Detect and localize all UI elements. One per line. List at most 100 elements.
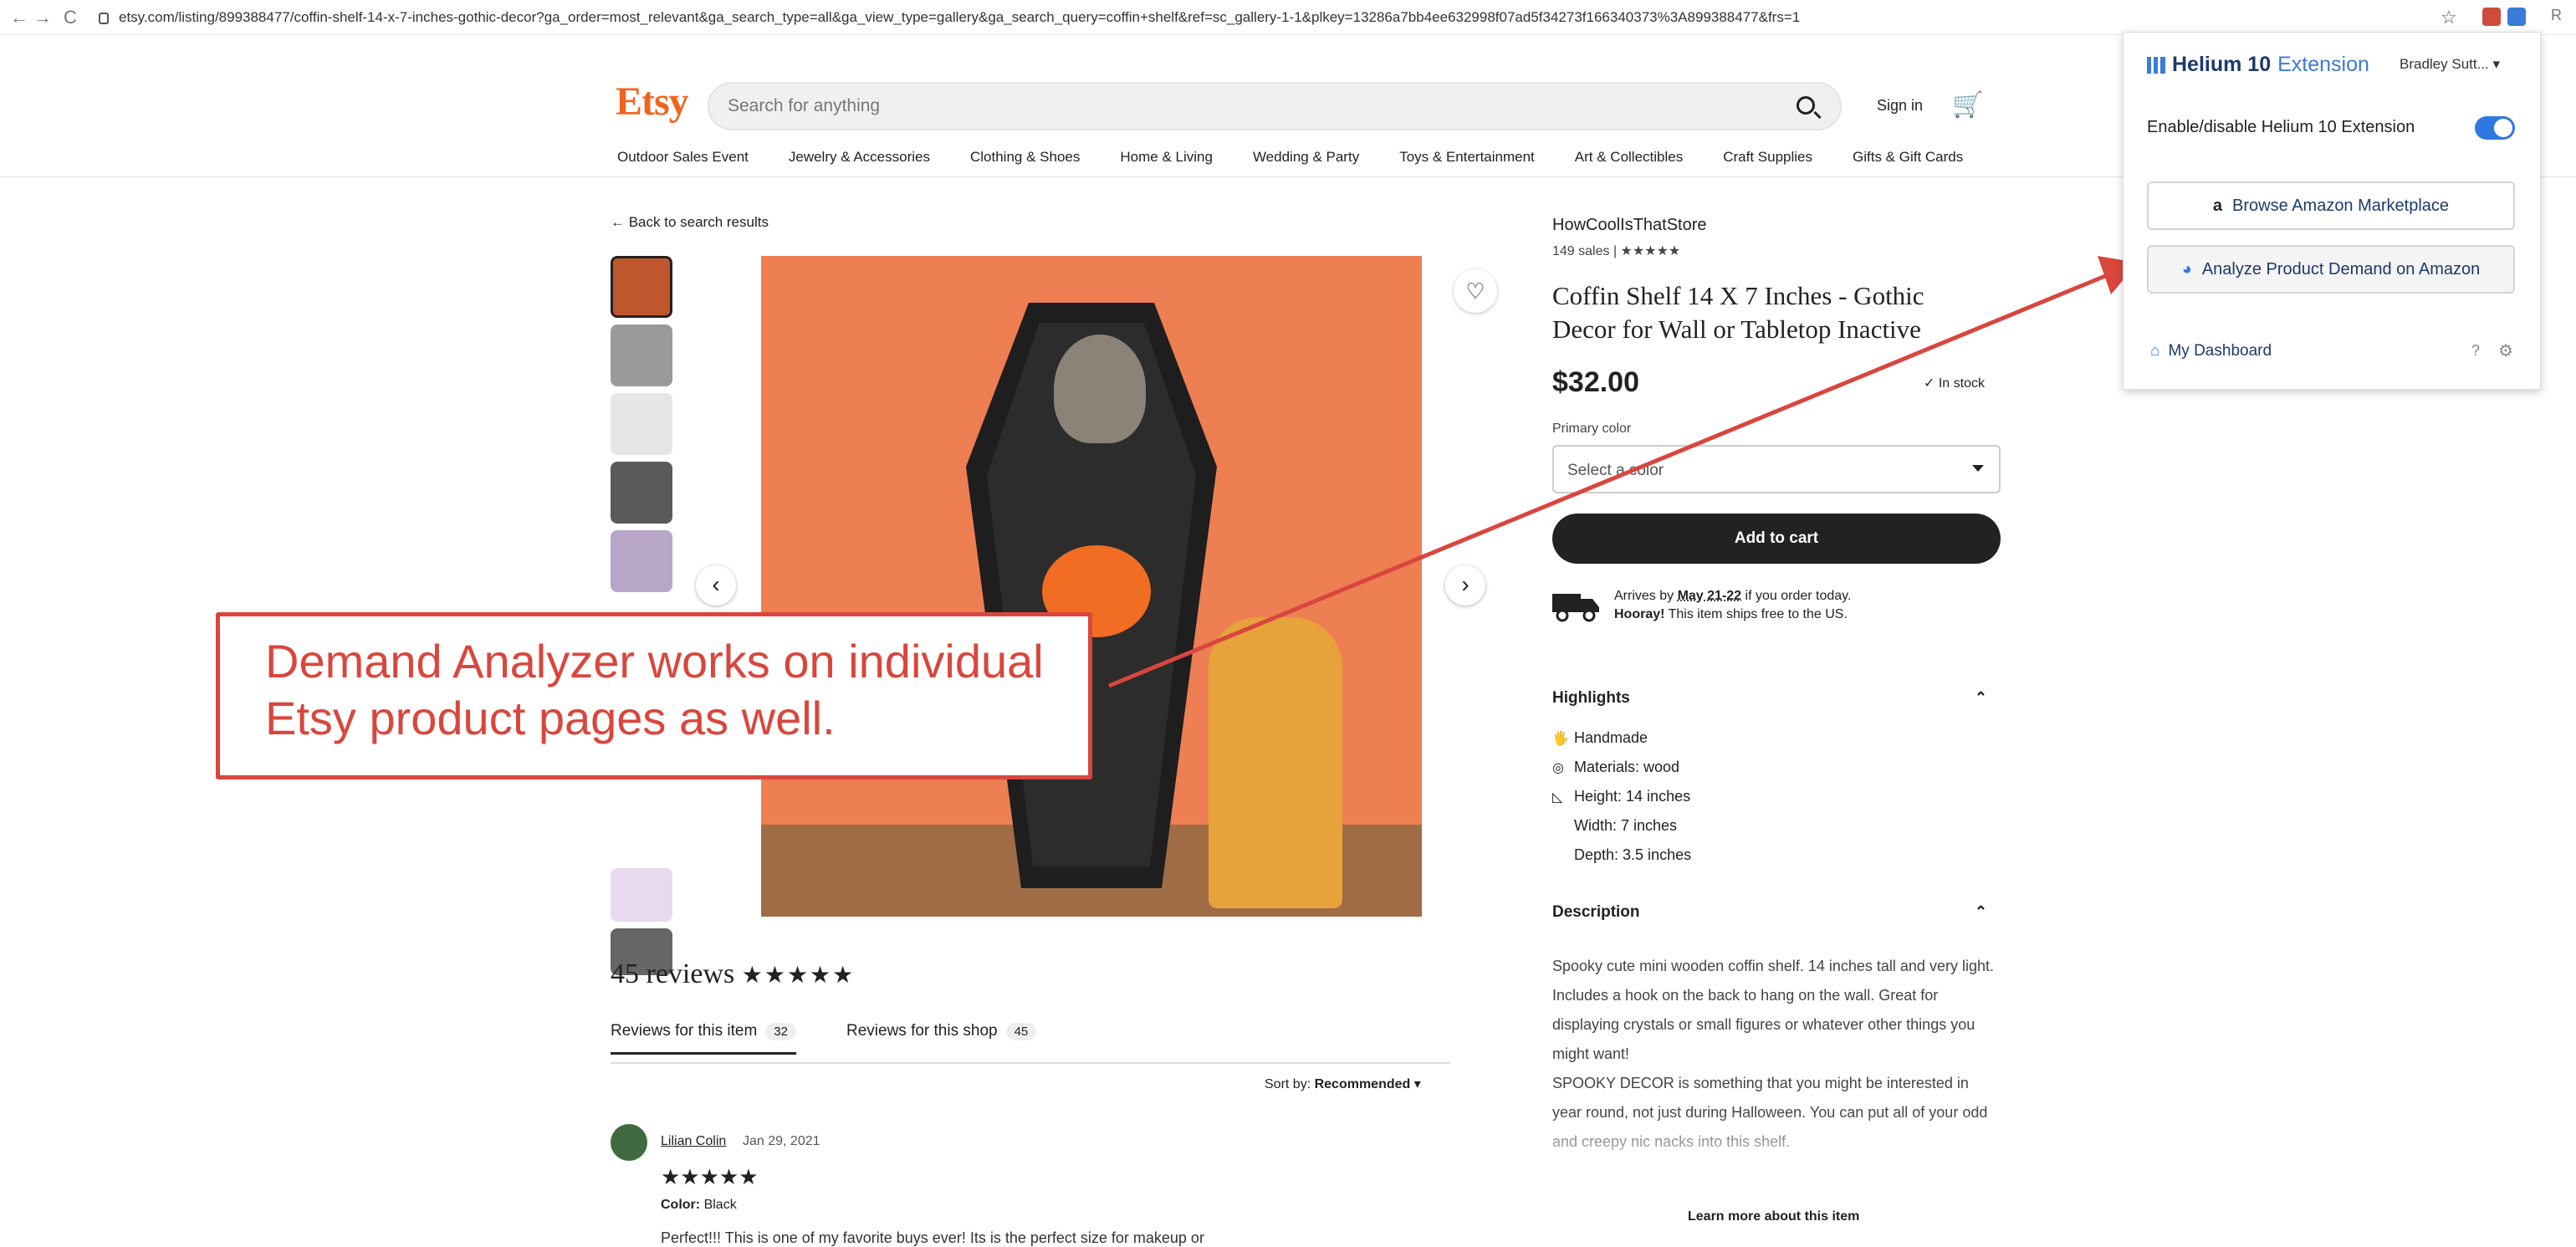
brand-name: Helium 10 bbox=[2172, 53, 2272, 76]
add-to-cart-button[interactable]: Add to cart bbox=[1552, 514, 2001, 564]
search-placeholder: Search for anything bbox=[728, 96, 881, 115]
browse-amazon-button[interactable]: a Browse Amazon Marketplace bbox=[2147, 181, 2515, 230]
skull-figure bbox=[1054, 335, 1146, 443]
stock-status: ✓ In stock bbox=[1924, 376, 1985, 391]
extension-icon[interactable] bbox=[2482, 8, 2501, 26]
toggle-label: Enable/disable Helium 10 Extension bbox=[2147, 118, 2415, 136]
reviewer-name[interactable]: Lilian Colin bbox=[661, 1134, 726, 1149]
category-link[interactable]: Craft Supplies bbox=[1723, 149, 1812, 166]
pie-chart-icon: ◕ bbox=[2181, 260, 2192, 279]
bookmark-star-icon[interactable]: ☆ bbox=[2441, 7, 2457, 28]
highlight-item: ◺ Height: 14 inches bbox=[1552, 788, 1690, 805]
helium10-extension-icon[interactable] bbox=[2507, 8, 2526, 26]
highlight-item: Depth: 3.5 inches bbox=[1552, 846, 1691, 864]
analyze-label: Analyze Product Demand on Amazon bbox=[2201, 260, 2481, 279]
search-icon[interactable] bbox=[1797, 96, 1815, 115]
reload-icon[interactable]: C bbox=[64, 7, 77, 28]
category-link[interactable]: Art & Collectibles bbox=[1575, 149, 1683, 166]
shop-name-link[interactable]: HowCoolIsThatStore bbox=[1552, 216, 1707, 235]
ruler-icon: ◺ bbox=[1552, 790, 1563, 805]
dashboard-link[interactable]: ⌂ My Dashboard bbox=[2150, 342, 2272, 360]
highlight-text: Width: 7 inches bbox=[1574, 817, 1678, 834]
search-input[interactable]: Search for anything bbox=[708, 82, 1842, 130]
heart-icon[interactable]: ♡ bbox=[1454, 269, 1497, 313]
highlights-heading[interactable]: Highlights ⌃ bbox=[1552, 689, 1996, 708]
help-icon[interactable]: ? bbox=[2471, 342, 2480, 360]
gear-icon[interactable]: ⚙ bbox=[2498, 340, 2513, 361]
cart-icon[interactable]: 🛒 bbox=[1952, 90, 1983, 120]
prev-image-button[interactable]: ‹ bbox=[696, 565, 736, 606]
tab-count: 45 bbox=[1005, 1023, 1037, 1040]
tab-reviews-shop[interactable]: Reviews for this shop 45 bbox=[846, 1022, 1037, 1040]
materials-icon: ◎ bbox=[1552, 761, 1564, 775]
category-link[interactable]: Wedding & Party bbox=[1253, 149, 1359, 166]
user-name: Bradley Sutt... bbox=[2400, 56, 2489, 72]
brand-suffix: Extension bbox=[2277, 53, 2369, 76]
highlight-item: ◎ Materials: wood bbox=[1552, 759, 1679, 776]
etsy-logo[interactable]: Etsy bbox=[616, 79, 689, 125]
helium10-logo: Helium 10 Extension bbox=[2147, 53, 2369, 77]
chevron-up-icon: ⌃ bbox=[1974, 689, 1987, 706]
helium10-popup: Helium 10 Extension Bradley Sutt... ▾ Ena… bbox=[2123, 32, 2541, 390]
sign-in-link[interactable]: Sign in bbox=[1877, 97, 1923, 115]
highlight-item: Width: 7 inches bbox=[1552, 817, 1677, 835]
reviews-count: 45 reviews bbox=[611, 958, 735, 989]
thumbnail[interactable] bbox=[611, 462, 672, 524]
learn-more-link[interactable]: Learn more about this item bbox=[1688, 1209, 1859, 1224]
free-shipping-text: This item ships free to the US. bbox=[1664, 607, 1848, 621]
browse-label: Browse Amazon Marketplace bbox=[2232, 197, 2450, 215]
highlight-text: Depth: 3.5 inches bbox=[1574, 846, 1692, 863]
arrival-suffix: if you order today. bbox=[1741, 589, 1852, 603]
caret-down-icon bbox=[1972, 465, 1984, 472]
reviews-heading: 45 reviews ★★★★★ bbox=[611, 958, 855, 990]
analyze-demand-button[interactable]: ◕ Analyze Product Demand on Amazon bbox=[2147, 245, 2515, 294]
reviews-stars: ★★★★★ bbox=[741, 963, 856, 989]
thumbnail[interactable] bbox=[611, 393, 672, 455]
back-to-results-link[interactable]: ← Back to search results bbox=[611, 214, 769, 231]
category-link[interactable]: Home & Living bbox=[1120, 149, 1213, 166]
thumbnail[interactable] bbox=[611, 256, 672, 318]
sort-label: Sort by: bbox=[1265, 1077, 1311, 1091]
user-menu[interactable]: Bradley Sutt... ▾ bbox=[2400, 56, 2500, 73]
amazon-icon: a bbox=[2212, 197, 2223, 215]
category-link[interactable]: Jewelry & Accessories bbox=[789, 149, 930, 166]
extension-toggle[interactable] bbox=[2475, 116, 2515, 140]
color-select[interactable]: Select a color bbox=[1552, 445, 2001, 493]
address-bar[interactable]: etsy.com/listing/899388477/coffin-shelf-… bbox=[99, 5, 2457, 30]
jack-o-lantern-figure bbox=[1209, 617, 1342, 908]
sort-dropdown[interactable]: Sort by: Recommended ▾ bbox=[1265, 1076, 1421, 1092]
thumbnail[interactable] bbox=[611, 325, 672, 386]
thumbnail[interactable] bbox=[611, 868, 672, 922]
review-stars: ★★★★★ bbox=[661, 1164, 759, 1189]
browser-toolbar: ← → C etsy.com/listing/899388477/coffin-… bbox=[0, 0, 2576, 35]
caret-down-icon: ▾ bbox=[1413, 1077, 1421, 1091]
tab-count: 32 bbox=[765, 1023, 796, 1040]
tab-reviews-item[interactable]: Reviews for this item 32 bbox=[611, 1022, 796, 1055]
arrival-dates[interactable]: May 21-22 bbox=[1678, 589, 1742, 603]
price: $32.00 bbox=[1552, 366, 1639, 398]
tab-label: Reviews for this shop bbox=[846, 1022, 998, 1040]
category-link[interactable]: Toys & Entertainment bbox=[1399, 149, 1535, 166]
next-image-button[interactable]: › bbox=[1445, 565, 1485, 606]
arrival-line: Arrives by May 21-22 if you order today. bbox=[1614, 589, 1851, 604]
helium10-bars-icon bbox=[2147, 57, 2165, 74]
chevron-up-icon: ⌃ bbox=[1974, 903, 1987, 920]
truck-icon bbox=[1552, 594, 1599, 622]
category-link[interactable]: Clothing & Shoes bbox=[970, 149, 1080, 166]
home-icon: ⌂ bbox=[2150, 342, 2160, 360]
forward-arrow-icon[interactable]: → bbox=[33, 7, 52, 28]
description-title: Description bbox=[1552, 903, 1640, 921]
back-arrow-icon[interactable]: ← bbox=[10, 7, 28, 28]
thumbnail[interactable] bbox=[611, 530, 672, 592]
extension-menu-icon[interactable]: R bbox=[2551, 7, 2562, 24]
arrival-prefix: Arrives by bbox=[1614, 589, 1678, 603]
product-title: Coffin Shelf 14 X 7 Inches - Gothic Deco… bbox=[1552, 281, 1924, 344]
category-link[interactable]: Outdoor Sales Event bbox=[617, 149, 749, 166]
description-heading[interactable]: Description ⌃ bbox=[1552, 903, 1996, 922]
category-nav: Outdoor Sales Event Jewelry & Accessorie… bbox=[617, 149, 2003, 166]
shop-stars: ★★★★★ bbox=[1620, 244, 1681, 258]
category-link[interactable]: Gifts & Gift Cards bbox=[1853, 149, 1963, 166]
highlight-text: Height: 14 inches bbox=[1574, 788, 1691, 805]
caret-down-icon: ▾ bbox=[2492, 56, 2501, 72]
review-text: Perfect!!! This is one of my favorite bu… bbox=[661, 1229, 1204, 1246]
